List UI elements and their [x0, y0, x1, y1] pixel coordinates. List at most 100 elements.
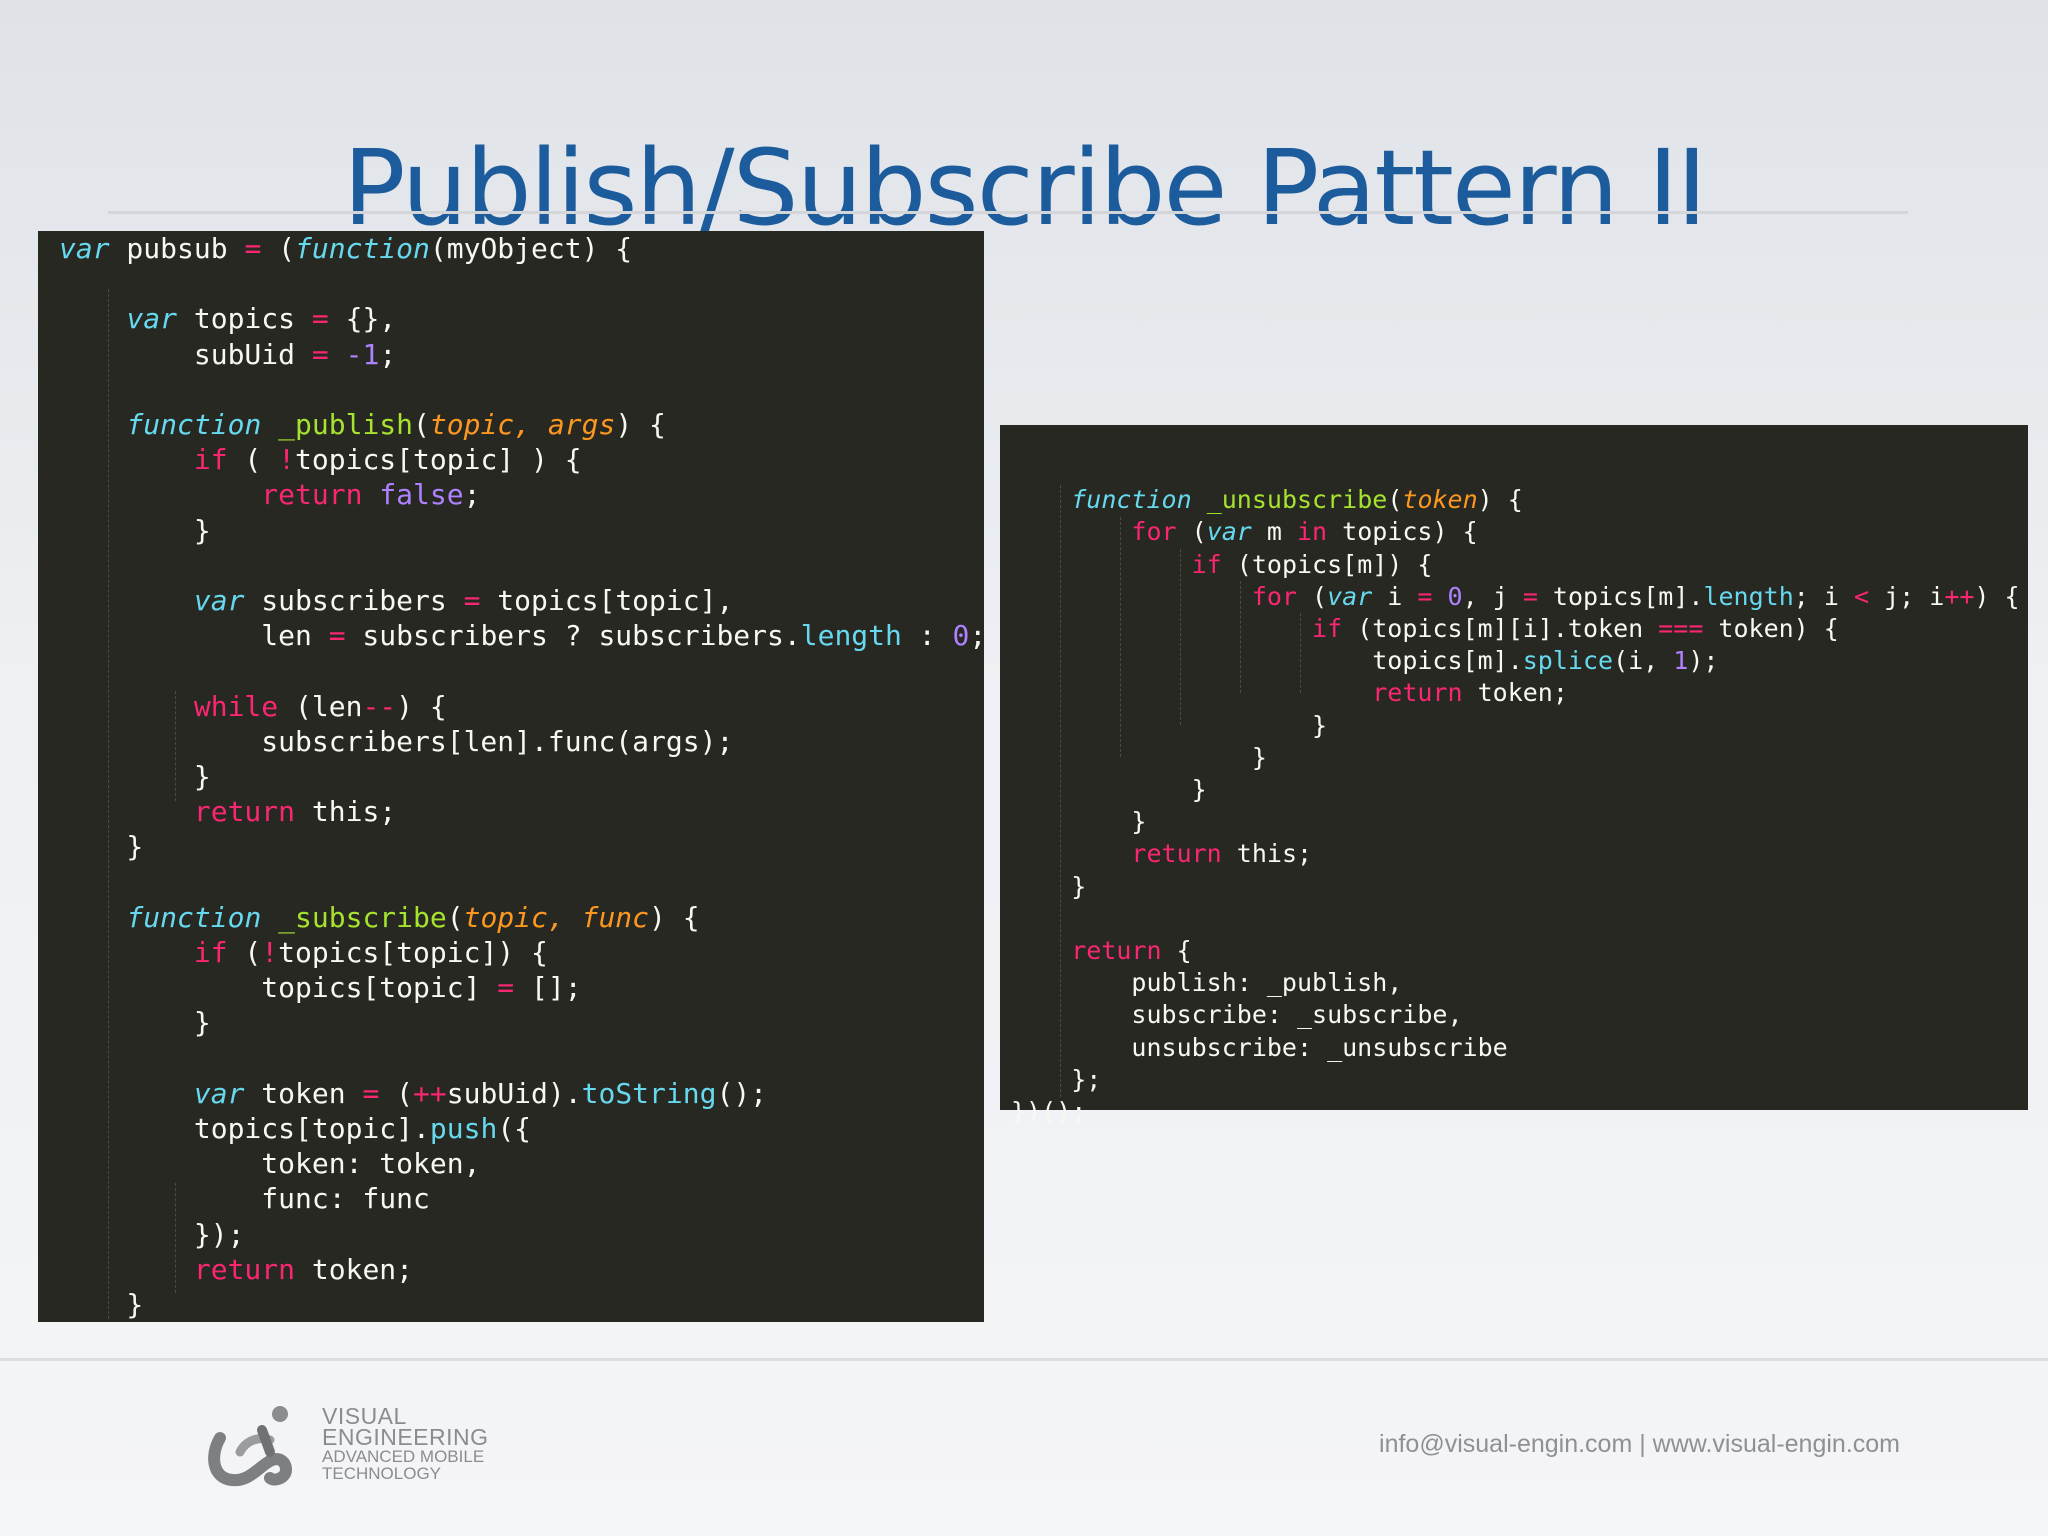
code-token: j; i — [1869, 581, 1945, 611]
code-token: ( — [446, 900, 464, 934]
code-token: }); — [59, 1217, 245, 1251]
code-line: }; — [1011, 1064, 1101, 1096]
code-token: topics[topic], — [480, 584, 734, 617]
code-token: return — [1372, 678, 1463, 708]
code-token: = — [311, 337, 329, 371]
code-token: _publish — [278, 408, 414, 441]
code-token: ++ — [413, 1076, 447, 1110]
code-token: 0 — [952, 619, 970, 653]
code-line: topics[topic].push({ — [59, 1111, 531, 1146]
code-line: function _publish(topic, args) { — [59, 407, 666, 442]
code-token: 1 — [1673, 646, 1689, 676]
logo-line: ENGINEERING — [322, 1424, 489, 1450]
code-token: } — [1011, 871, 1087, 901]
code-token: (i, — [1613, 646, 1674, 676]
code-token: } — [1011, 775, 1207, 804]
code-token: _unsubscribe — [1206, 485, 1388, 515]
code-token: } — [59, 1288, 144, 1321]
code-token: ) { — [1477, 485, 1523, 515]
code-token: var — [1327, 581, 1373, 611]
code-line: } — [59, 513, 211, 548]
code-token: ; — [463, 478, 481, 512]
code-token: var — [193, 584, 245, 617]
code-line: return { — [1011, 935, 1191, 967]
code-token: } — [59, 830, 144, 864]
code-token: token; — [1462, 678, 1568, 708]
code-line: }); — [59, 1217, 245, 1252]
code-token: var — [193, 1076, 245, 1110]
code-token: (topics[m][i].token — [1342, 614, 1659, 643]
code-token: if — [193, 936, 228, 969]
code-token: if — [1191, 549, 1222, 579]
code-token: toString — [581, 1076, 717, 1110]
code-token: splice — [1522, 646, 1614, 676]
code-token: ( — [1296, 581, 1328, 611]
code-line: return token; — [1011, 677, 1568, 709]
code-token: false — [379, 478, 464, 512]
code-line: len = subscribers ? subscribers.length :… — [59, 618, 986, 653]
code-token: = — [328, 619, 346, 653]
code-token: ( — [1387, 485, 1403, 515]
code-token: -1 — [345, 337, 380, 371]
code-token: ) { — [1974, 581, 2020, 611]
code-line: unsubscribe: _unsubscribe — [1011, 1032, 1507, 1064]
code-token: publish: _publish, — [1011, 968, 1403, 998]
code-line: function _unsubscribe(token) { — [1011, 484, 1523, 516]
code-token: < — [1853, 581, 1870, 611]
code-token: 0 — [1447, 581, 1463, 611]
code-token: topics[topic]. — [59, 1112, 430, 1145]
code-line: } — [1011, 871, 1086, 903]
code-token: ); — [1688, 646, 1719, 676]
code-token: token) { — [1703, 614, 1839, 643]
code-token: while — [193, 689, 279, 723]
code-token: i — [1372, 581, 1418, 611]
code-token: length — [1703, 581, 1794, 611]
code-token: topics[m]. — [1537, 581, 1704, 611]
code-line: if (topics[m][i].token === token) { — [1011, 613, 1839, 645]
code-token: (); — [716, 1076, 768, 1110]
code-line: } — [1011, 742, 1267, 774]
code-token: m — [1251, 517, 1297, 547]
code-token: } — [59, 513, 211, 547]
code-line: if (topics[m]) { — [1011, 549, 1433, 581]
code-token: return — [1071, 936, 1162, 965]
code-token: var — [1206, 517, 1252, 547]
code-token: token — [244, 1076, 363, 1110]
code-line: function _subscribe(topic, func) { — [59, 900, 699, 935]
code-token: } — [1011, 710, 1328, 740]
code-line: var token = (++subUid).toString(); — [59, 1076, 767, 1111]
code-line: } — [1011, 774, 1207, 806]
code-line: subscribers[len].func(args); — [59, 724, 733, 759]
code-token: topics[topic] ) { — [295, 443, 582, 477]
code-token: function — [1071, 485, 1192, 515]
code-line: } — [59, 1287, 143, 1322]
code-token: (topics[m]) { — [1221, 549, 1433, 579]
code-token: } — [1011, 807, 1147, 837]
code-token: , j — [1462, 581, 1523, 611]
code-block-left: var pubsub = (function(myObject) { var t… — [38, 231, 986, 1322]
code-token: in — [1297, 517, 1328, 547]
code-token: subUid — [59, 337, 312, 371]
code-token: } — [1011, 742, 1267, 772]
code-token: function — [126, 900, 262, 934]
code-token: topics[m]. — [1011, 646, 1523, 676]
code-token: ! — [261, 936, 279, 969]
code-line: var subscribers = topics[topic], — [59, 583, 733, 618]
code-token: === — [1658, 614, 1704, 643]
code-line: return false; — [59, 477, 480, 512]
code-token: ) { — [615, 408, 666, 441]
code-token: ( — [413, 408, 430, 441]
code-token: (len — [278, 689, 363, 723]
